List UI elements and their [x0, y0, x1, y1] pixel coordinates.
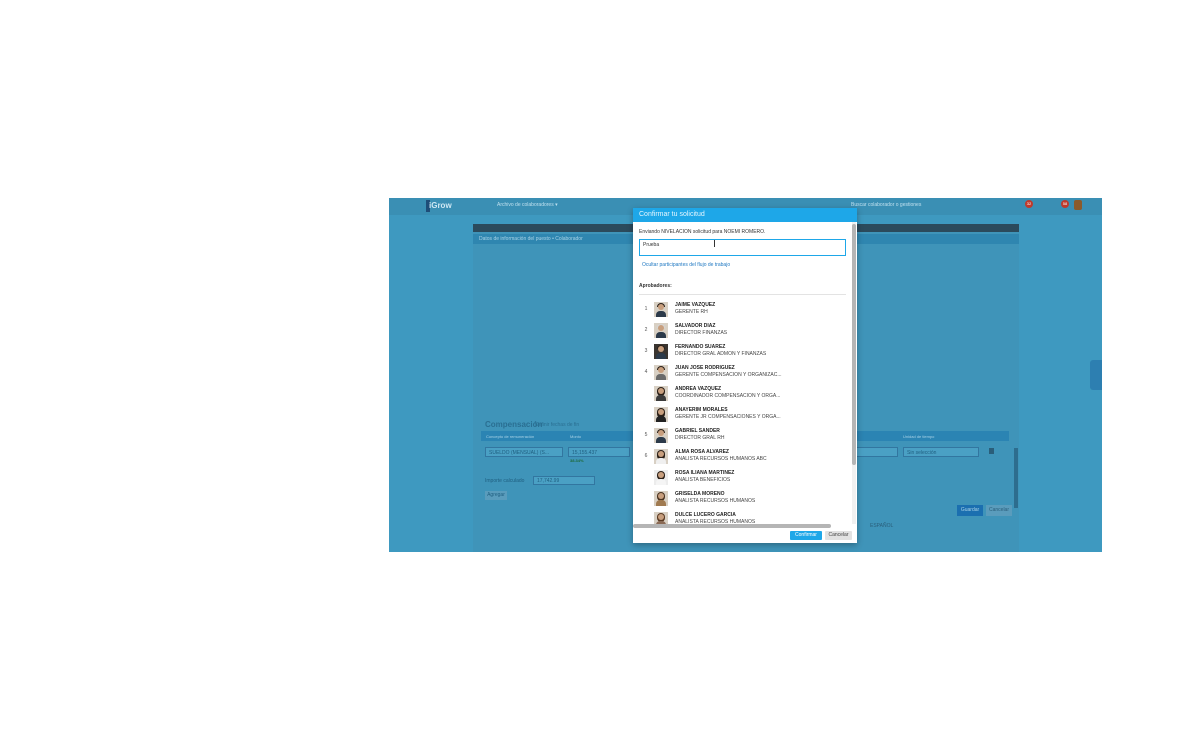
approver-role: GERENTE RH [675, 309, 708, 315]
approver-photo [654, 323, 668, 338]
approver-role: GERENTE COMPENSACION Y ORGANIZAC... [675, 372, 782, 378]
list-item: 6 ALMA ROSA ALVAREZ ANALISTA RECURSOS HU… [639, 447, 846, 467]
hide-workflow-participants-link[interactable]: Ocultar participantes del flujo de traba… [642, 262, 730, 268]
approver-step-number: 1 [644, 306, 648, 312]
approver-name: FERNANDO SUAREZ [675, 344, 726, 350]
approver-photo [654, 407, 668, 422]
approver-name: GABRIEL SANDER [675, 428, 720, 434]
global-search-input[interactable]: Buscar colaborador o gestiones [851, 202, 921, 208]
approver-step-number: 2 [644, 327, 648, 333]
approver-role: DIRECTOR FINANZAS [675, 330, 728, 336]
text-cursor-icon [714, 240, 715, 247]
confirm-button[interactable]: Confirmar [790, 531, 822, 540]
compensation-end-dates-checkbox[interactable]: Definir fechas de fin [535, 422, 579, 428]
approver-photo [654, 386, 668, 401]
approver-name: ANAYERIM MORALES [675, 407, 728, 413]
column-concept: Concepto de remuneración [486, 434, 535, 439]
user-avatar[interactable] [1074, 200, 1082, 210]
dialog-title: Confirmar tu solicitud [633, 208, 857, 222]
approver-name: ANDREA VAZQUEZ [675, 386, 722, 392]
column-time-unit: Unidad de tiempo [903, 434, 935, 439]
dialog-horizontal-scrollbar[interactable] [633, 524, 831, 528]
time-unit-select[interactable]: Sin selección [903, 447, 979, 457]
approver-photo [654, 302, 668, 317]
delete-row-icon[interactable] [989, 448, 994, 454]
list-item: 2 SALVADOR DIAZ DIRECTOR FINANZAS [639, 321, 846, 341]
list-item: ANDREA VAZQUEZ COORDINADOR COMPENSACION … [639, 384, 846, 404]
list-item: 1 JAIME VAZQUEZ GERENTE RH [639, 300, 846, 320]
approver-role: DIRECTOR GRAL RH [675, 435, 725, 441]
approver-role: ANALISTA RECURSOS HUMANOS ABC [675, 456, 767, 462]
approver-photo [654, 365, 668, 380]
approver-name: ROSA ILIANA MARTINEZ [675, 470, 735, 476]
side-feedback-tab[interactable] [1090, 360, 1102, 390]
approver-photo [654, 344, 668, 359]
confirm-request-dialog: Confirmar tu solicitud Enviando NIVELACI… [633, 208, 857, 543]
approver-name: GRISELDA MORENO [675, 491, 725, 497]
approver-role: DIRECTOR GRAL ADMON Y FINANZAS [675, 351, 767, 357]
concept-select[interactable]: SUELDO (MENSUAL) (S... [485, 447, 563, 457]
background-header-text: Datos de información del puesto • Colabo… [479, 236, 583, 242]
approver-role: COORDINADOR COMPENSACION Y ORGA... [675, 393, 781, 399]
cancel-button[interactable]: Cancelar [825, 531, 852, 540]
app-menu-dropdown[interactable]: Archivo de colaboradores ▾ [497, 202, 558, 208]
approver-step-number: 5 [644, 432, 648, 438]
list-item: 3 FERNANDO SUAREZ DIRECTOR GRAL ADMON Y … [639, 342, 846, 362]
save-button[interactable]: Guardar [957, 505, 983, 516]
notification-badge-icon[interactable]: 32 [1025, 200, 1033, 208]
approver-step-number: 4 [644, 369, 648, 375]
background-scrollbar[interactable] [1014, 448, 1018, 508]
approver-photo [654, 428, 668, 443]
approver-name: JAIME VAZQUEZ [675, 302, 716, 308]
calculated-amount-field: 17,742.99 [533, 476, 595, 485]
app-logo[interactable]: iGrow [429, 201, 452, 210]
amount-input[interactable]: 15,155.437 [568, 447, 630, 457]
message-badge-icon[interactable]: 58 [1061, 200, 1069, 208]
approver-step-number: 6 [644, 453, 648, 459]
approvers-list[interactable]: 1 JAIME VAZQUEZ GERENTE RH 2 SALVADOR DI… [639, 300, 846, 528]
divider [639, 294, 846, 295]
list-item: GRISELDA MORENO ANALISTA RECURSOS HUMANO… [639, 489, 846, 509]
approver-photo [654, 449, 668, 464]
approver-role: GERENTE JR COMPENSACIONES Y ORGA... [675, 414, 781, 420]
approver-name: ALMA ROSA ALVAREZ [675, 449, 729, 455]
approver-photo [654, 470, 668, 485]
background-cancel-button[interactable]: Cancelar [986, 505, 1012, 516]
approver-name: DULCE LUCERO GARCIA [675, 512, 736, 518]
approver-name: JUAN JOSE RODRIGUEZ [675, 365, 735, 371]
add-button[interactable]: Agregar [485, 491, 507, 500]
dialog-vertical-scroll-thumb[interactable] [852, 224, 856, 465]
sending-text: Enviando NIVELACION solicitud para NOEMI… [639, 229, 766, 235]
column-amount: Monto [570, 434, 582, 439]
list-item: 5 GABRIEL SANDER DIRECTOR GRAL RH [639, 426, 846, 446]
list-item: 4 JUAN JOSE RODRIGUEZ GERENTE COMPENSACI… [639, 363, 846, 383]
approver-photo [654, 491, 668, 506]
calculated-amount-label: Importe calculado [485, 478, 525, 484]
list-item: ANAYERIM MORALES GERENTE JR COMPENSACION… [639, 405, 846, 425]
language-label: ESPAÑOL [870, 523, 894, 529]
approvers-heading: Aprobadores: [639, 283, 672, 289]
list-item: ROSA ILIANA MARTINEZ ANALISTA BENEFICIOS [639, 468, 846, 488]
comment-textarea[interactable]: Prueba [639, 239, 846, 256]
approver-step-number: 3 [644, 348, 648, 354]
approver-name: SALVADOR DIAZ [675, 323, 716, 329]
approver-role: ANALISTA RECURSOS HUMANOS [675, 498, 756, 504]
compensation-title: Compensación [485, 420, 543, 429]
percent-change: 38.34% [570, 458, 584, 463]
approver-role: ANALISTA BENEFICIOS [675, 477, 731, 483]
